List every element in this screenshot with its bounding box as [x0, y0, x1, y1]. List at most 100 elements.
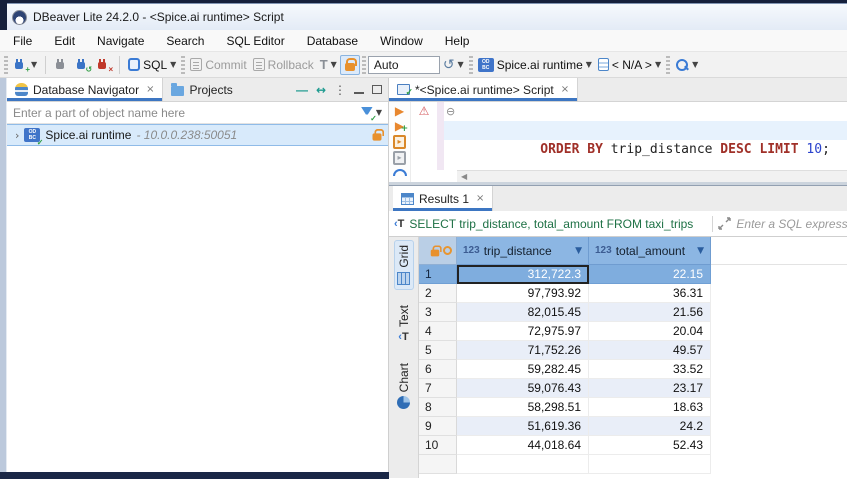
close-tab-icon[interactable]: × [561, 84, 569, 95]
cell-total-amount[interactable]: 18.63 [589, 398, 711, 417]
cell-total-amount[interactable]: 22.15 [589, 265, 711, 284]
table-row[interactable]: 659,282.4533.52 [419, 360, 847, 379]
menu-sql-editor[interactable]: SQL Editor [226, 34, 284, 48]
transaction-lock-toggle[interactable] [340, 55, 360, 75]
connection-dropdown[interactable]: ▼ [586, 60, 592, 69]
execute-statement-icon[interactable]: ▶ [395, 105, 404, 118]
active-connection-selector[interactable]: ODBC Spice.ai runtime ▼ [475, 56, 595, 74]
menu-help[interactable]: Help [445, 34, 470, 48]
reconnect-button[interactable]: ↺ [72, 56, 93, 74]
search-dropdown[interactable]: ▼ [692, 60, 698, 69]
sql-line-2[interactable]: ORDER BY trip_distance DESC LIMIT 10; [444, 121, 847, 140]
maximize-panel-icon[interactable] [372, 85, 382, 94]
menu-search[interactable]: Search [166, 34, 204, 48]
row-number[interactable]: 5 [419, 341, 457, 360]
row-number[interactable]: 9 [419, 417, 457, 436]
row-number[interactable]: 4 [419, 322, 457, 341]
row-number[interactable]: 3 [419, 303, 457, 322]
cell-total-amount[interactable]: 24.2 [589, 417, 711, 436]
sql-editor-dropdown[interactable]: ▼ [170, 60, 176, 69]
toolbar-drag-handle[interactable] [4, 56, 8, 74]
tab-database-navigator[interactable]: Database Navigator × [7, 78, 163, 101]
expand-chevron-icon[interactable]: › [15, 129, 19, 142]
sort-icon[interactable]: ▼ [697, 246, 704, 256]
table-row[interactable]: 472,975.9720.04 [419, 322, 847, 341]
table-row[interactable]: 759,076.4323.17 [419, 379, 847, 398]
close-tab-icon[interactable]: × [476, 193, 484, 204]
disconnect-button[interactable]: × [93, 56, 114, 74]
new-connection-dropdown[interactable]: ▼ [31, 60, 37, 69]
link-with-editor-icon[interactable]: ↔ [316, 83, 326, 97]
autocommit-combo[interactable]: Auto [368, 56, 440, 74]
table-row[interactable]: 951,619.3624.2 [419, 417, 847, 436]
cell-total-amount[interactable]: 21.56 [589, 303, 711, 322]
table-row[interactable]: 858,298.5118.63 [419, 398, 847, 417]
expand-icon[interactable] [718, 217, 731, 230]
view-tab-text[interactable]: Text ‹T [394, 300, 414, 348]
row-number[interactable]: 6 [419, 360, 457, 379]
menu-edit[interactable]: Edit [54, 34, 75, 48]
row-number[interactable]: 7 [419, 379, 457, 398]
menu-window[interactable]: Window [380, 34, 423, 48]
sql-line-1[interactable]: ⊖SELECT trip_distance, total_amount FROM… [444, 102, 847, 121]
commit-button[interactable]: Commit [187, 56, 249, 74]
tab-sql-script[interactable]: *<Spice.ai runtime> Script × [389, 78, 578, 101]
cell-trip-distance[interactable]: 59,282.45 [457, 360, 589, 379]
tab-results-1[interactable]: Results 1 × [393, 186, 493, 211]
close-tab-icon[interactable]: × [146, 84, 154, 95]
row-number[interactable]: 10 [419, 436, 457, 455]
column-header-trip-distance[interactable]: 123 trip_distance ▼ [457, 237, 589, 265]
sql-editor[interactable]: ▶ ▶ ▸ ▸ ⚠ ⊖SELECT trip_distance, total_a… [389, 102, 847, 182]
table-row[interactable]: 297,793.9236.31 [419, 284, 847, 303]
transaction-mode-button[interactable]: T ▼ [317, 55, 340, 74]
cell-total-amount[interactable]: 20.04 [589, 322, 711, 341]
grid-corner-cell[interactable] [419, 237, 457, 265]
cell-total-amount[interactable]: 52.43 [589, 436, 711, 455]
table-row[interactable]: 1312,722.322.15 [419, 265, 847, 284]
view-tab-grid[interactable]: Grid [394, 240, 414, 290]
sort-descending-icon[interactable]: ▼ [575, 246, 582, 256]
cell-trip-distance[interactable]: 51,619.36 [457, 417, 589, 436]
script-settings-icon[interactable]: ▸ [393, 151, 406, 165]
transaction-log-button[interactable]: ↺ ▼ [440, 56, 467, 74]
cell-trip-distance[interactable]: 312,722.3 [457, 265, 589, 284]
database-dropdown[interactable]: ▼ [655, 60, 661, 69]
cell-trip-distance[interactable]: 97,793.92 [457, 284, 589, 303]
cell-trip-distance[interactable]: 44,018.64 [457, 436, 589, 455]
view-tab-chart[interactable]: Chart [394, 358, 414, 414]
cell-trip-distance[interactable]: 58,298.51 [457, 398, 589, 417]
object-filter-input[interactable] [7, 103, 360, 123]
execute-script-icon[interactable]: ▸ [393, 135, 406, 149]
cell-trip-distance[interactable]: 71,752.26 [457, 341, 589, 360]
row-number[interactable]: 8 [419, 398, 457, 417]
sql-expression-input[interactable]: Enter a SQL expression to [736, 217, 847, 231]
cell-trip-distance[interactable]: 82,015.45 [457, 303, 589, 322]
menu-file[interactable]: File [13, 34, 32, 48]
cell-trip-distance[interactable]: 72,975.97 [457, 322, 589, 341]
row-number[interactable]: 1 [419, 265, 457, 284]
table-row[interactable]: 1044,018.6452.43 [419, 436, 847, 455]
transaction-mode-dropdown[interactable]: ▼ [331, 60, 337, 69]
row-number[interactable]: 2 [419, 284, 457, 303]
execute-new-tab-icon[interactable]: ▶ [395, 120, 404, 133]
cell-total-amount[interactable]: 49.57 [589, 341, 711, 360]
connect-button[interactable] [51, 56, 72, 74]
explain-plan-icon[interactable] [393, 169, 407, 176]
collapse-all-icon[interactable]: — [296, 83, 308, 97]
search-button[interactable]: ▼ [672, 56, 701, 74]
editor-horizontal-scrollbar[interactable]: ◀ [457, 170, 847, 182]
cell-total-amount[interactable]: 23.17 [589, 379, 711, 398]
history-dropdown[interactable]: ▼ [458, 60, 464, 69]
view-menu-icon[interactable]: ⋮ [334, 83, 346, 97]
menu-database[interactable]: Database [307, 34, 358, 48]
cell-total-amount[interactable]: 33.52 [589, 360, 711, 379]
filter-icon[interactable] [360, 106, 374, 120]
results-grid[interactable]: 123 trip_distance ▼ 123 total_amount ▼ 1… [419, 237, 847, 478]
fold-icon[interactable]: ⊖ [446, 102, 455, 121]
table-row[interactable]: 382,015.4521.56 [419, 303, 847, 322]
menu-navigate[interactable]: Navigate [97, 34, 144, 48]
rollback-button[interactable]: Rollback [250, 56, 317, 74]
minimize-panel-icon[interactable] [354, 91, 364, 94]
connection-tree-item[interactable]: › ODBC Spice.ai runtime - 10.0.0.238:500… [7, 124, 388, 146]
new-connection-button[interactable]: + ▼ [10, 56, 40, 74]
